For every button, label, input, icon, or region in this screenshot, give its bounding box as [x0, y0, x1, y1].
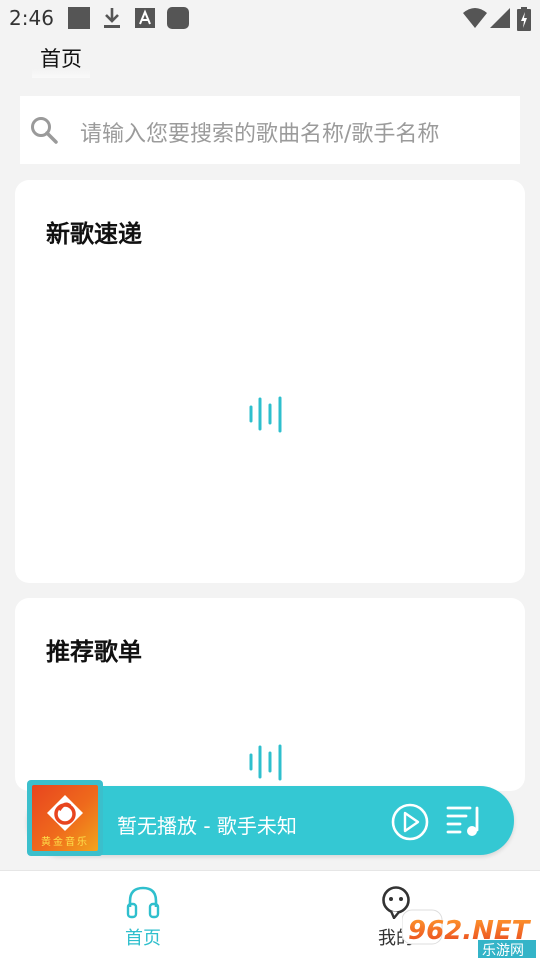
page-title: 首页 [32, 42, 90, 78]
album-cover-art: 黄金音乐 [32, 785, 98, 851]
status-bar: 2:46 [0, 0, 540, 38]
square-icon [68, 7, 90, 29]
loading-icon [249, 744, 282, 781]
watermark-logo: 962.NET 乐游网 [402, 909, 536, 959]
section-title: 推荐歌单 [46, 638, 142, 666]
play-button[interactable] [390, 802, 430, 842]
recommended-playlists-section: 推荐歌单 [15, 598, 525, 791]
new-songs-section: 新歌速递 [15, 180, 525, 583]
search-icon [31, 117, 58, 144]
section-title: 新歌速递 [46, 220, 142, 248]
signal-icon [490, 8, 510, 28]
headphones-icon [126, 886, 160, 919]
status-time: 2:46 [9, 6, 54, 30]
wifi-icon [463, 8, 487, 28]
watermark-subtext: 乐游网 [482, 943, 524, 959]
download-icon [104, 8, 120, 28]
battery-icon [517, 7, 531, 31]
search-bar[interactable]: 请输入您要搜索的歌曲名称/歌手名称 [20, 96, 520, 164]
loading-icon [249, 396, 282, 433]
cover-text: 黄金音乐 [41, 837, 89, 848]
tab-home-label: 首页 [125, 928, 161, 949]
now-playing-text: 暂无播放 - 歌手未知 [117, 814, 297, 838]
tab-home[interactable]: 首页 [73, 871, 213, 960]
search-input[interactable]: 请输入您要搜索的歌曲名称/歌手名称 [80, 116, 439, 148]
playlist-icon[interactable] [446, 804, 486, 838]
album-cover[interactable]: 黄金音乐 [27, 780, 103, 856]
rounded-square-icon [167, 7, 189, 29]
music-logo-icon [47, 795, 83, 831]
a-icon [135, 8, 155, 28]
